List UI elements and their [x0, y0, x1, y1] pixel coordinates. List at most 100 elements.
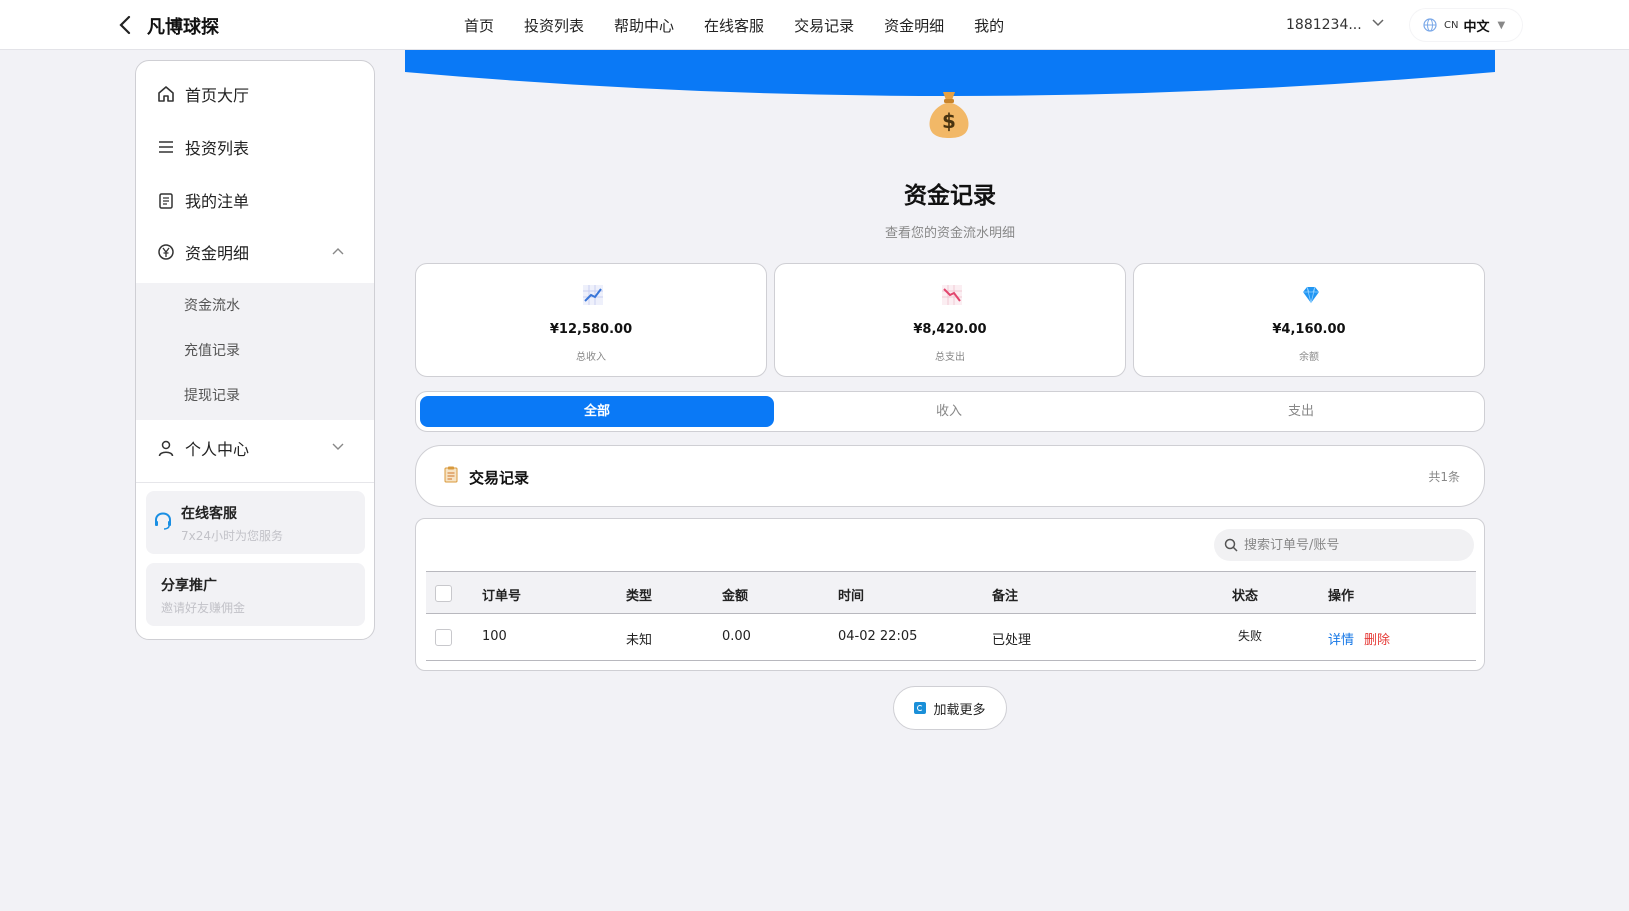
share-title: 分享推广	[161, 578, 217, 594]
records-title: 交易记录	[469, 469, 530, 487]
top-nav: 首页 投资列表 帮助中心 在线客服 交易记录 资金明细 我的	[464, 15, 1034, 36]
search-icon	[1224, 538, 1238, 552]
search-input[interactable]	[1244, 537, 1464, 553]
sidebar-item-profile[interactable]: 个人中心	[136, 423, 374, 473]
yen-circle-icon	[158, 244, 174, 260]
share-promo-card[interactable]: 分享推广 邀请好友赚佣金	[146, 563, 365, 626]
sidebar-item-invest[interactable]: 投资列表	[136, 122, 374, 172]
back-arrow-icon[interactable]	[116, 14, 136, 36]
col-type: 类型	[626, 589, 653, 604]
stat-label: 总支出	[935, 352, 965, 363]
sidebar-item-home[interactable]: 首页大厅	[136, 69, 374, 119]
col-amount: 金额	[722, 589, 749, 604]
table-header: 订单号 类型 金额 时间 备注 状态 操作	[426, 571, 1476, 614]
share-subtitle: 邀请好友赚佣金	[161, 601, 246, 615]
stat-card-expense: ¥8,420.00 总支出	[774, 263, 1126, 377]
nav-trades[interactable]: 交易记录	[794, 15, 854, 36]
chart-up-icon	[583, 285, 603, 305]
stat-card-income: ¥12,580.00 总收入	[415, 263, 767, 377]
submenu-flow[interactable]: 资金流水	[184, 295, 240, 315]
sidebar-item-label: 投资列表	[185, 139, 250, 158]
sidebar: 首页大厅 投资列表 我的注单 资金明细 资金流水 充值记录 提现记录 个人中心 …	[135, 60, 375, 640]
stat-label: 余额	[1299, 352, 1319, 363]
sidebar-item-funds[interactable]: 资金明细	[136, 227, 374, 277]
nav-funds[interactable]: 资金明细	[884, 15, 944, 36]
stat-label: 总收入	[576, 352, 606, 363]
sidebar-item-label: 首页大厅	[185, 86, 250, 105]
menu-icon	[159, 141, 173, 153]
service-subtitle: 7x24小时为您服务	[181, 529, 284, 543]
table-row: 100 未知 0.00 04-02 22:05 已处理 失败 详情 删除	[426, 614, 1476, 661]
cell-time: 04-02 22:05	[838, 629, 918, 644]
funds-submenu: 资金流水 充值记录 提现记录	[136, 283, 374, 420]
select-all-checkbox[interactable]	[435, 585, 452, 602]
user-icon	[158, 440, 174, 457]
load-more-label: 加载更多	[933, 702, 986, 718]
sidebar-item-label: 资金明细	[185, 244, 250, 263]
col-remark: 备注	[992, 589, 1019, 604]
home-icon	[158, 86, 174, 102]
chevron-down-icon	[1372, 19, 1384, 27]
online-service-card[interactable]: 在线客服 7x24小时为您服务	[146, 491, 365, 554]
language-selector[interactable]: CN 中文 ▼	[1410, 9, 1522, 41]
stat-card-balance: ¥4,160.00 余额	[1133, 263, 1485, 377]
filter-tabs: 全部 收入 支出	[415, 391, 1485, 432]
nav-mine[interactable]: 我的	[974, 15, 1004, 36]
page-subtitle: 查看您的资金流水明细	[884, 226, 1015, 241]
user-account: 1881234...	[1286, 17, 1362, 33]
col-time: 时间	[838, 589, 865, 604]
row-checkbox[interactable]	[435, 629, 452, 646]
lang-code: CN	[1444, 19, 1459, 31]
svg-text:$: $	[942, 109, 956, 133]
dropdown-triangle-icon: ▼	[1497, 19, 1506, 31]
lang-label: 中文	[1463, 19, 1490, 35]
detail-link[interactable]: 详情	[1328, 633, 1354, 648]
cell-order: 100	[482, 629, 507, 644]
tab-all[interactable]: 全部	[420, 396, 774, 427]
col-actions: 操作	[1328, 589, 1355, 604]
search-box	[1214, 529, 1474, 561]
tab-expense[interactable]: 支出	[1124, 396, 1478, 427]
sidebar-item-label: 我的注单	[185, 192, 250, 211]
stat-value: ¥12,580.00	[549, 322, 633, 337]
globe-icon	[1423, 18, 1437, 32]
page-title: 资金记录	[904, 183, 996, 209]
chart-down-icon	[942, 285, 962, 305]
chevron-down-icon	[332, 443, 344, 450]
records-table-card: 订单号 类型 金额 时间 备注 状态 操作 100 未知 0.00 04-02 …	[415, 518, 1485, 671]
diamond-icon	[1303, 286, 1319, 304]
sidebar-divider	[136, 482, 374, 483]
clipboard-icon	[159, 193, 173, 209]
stat-value: ¥4,160.00	[1272, 322, 1346, 337]
delete-link[interactable]: 删除	[1364, 633, 1390, 648]
nav-home[interactable]: 首页	[464, 15, 494, 36]
sidebar-item-bets[interactable]: 我的注单	[136, 175, 374, 225]
records-count: 共1条	[1428, 470, 1460, 484]
col-status: 状态	[1232, 589, 1259, 604]
records-header: 交易记录 共1条	[415, 445, 1485, 507]
document-icon	[444, 466, 458, 483]
money-bag-icon: $	[929, 92, 969, 138]
status-badge: 失败	[1238, 629, 1263, 643]
submenu-withdraw[interactable]: 提现记录	[184, 385, 240, 405]
cell-type: 未知	[626, 633, 653, 648]
nav-help[interactable]: 帮助中心	[614, 15, 674, 36]
cell-amount: 0.00	[722, 629, 751, 644]
headset-icon	[155, 512, 171, 530]
sidebar-item-label: 个人中心	[185, 440, 250, 459]
tab-income[interactable]: 收入	[772, 396, 1126, 427]
cell-remark: 已处理	[992, 633, 1032, 648]
col-order: 订单号	[482, 589, 522, 604]
brand-title: 凡博球探	[147, 17, 219, 38]
refresh-icon	[914, 702, 927, 714]
service-title: 在线客服	[181, 506, 237, 522]
user-menu[interactable]: 1881234...	[1250, 8, 1395, 42]
nav-service[interactable]: 在线客服	[704, 15, 764, 36]
row-actions: 详情 删除	[1328, 629, 1390, 648]
load-more-button[interactable]: 加载更多	[893, 686, 1007, 730]
stat-value: ¥8,420.00	[913, 322, 987, 337]
top-bar: 凡博球探 首页 投资列表 帮助中心 在线客服 交易记录 资金明细 我的 1881…	[0, 0, 1629, 50]
submenu-recharge[interactable]: 充值记录	[184, 340, 240, 360]
nav-invest-list[interactable]: 投资列表	[524, 15, 584, 36]
chevron-up-icon	[332, 248, 344, 255]
